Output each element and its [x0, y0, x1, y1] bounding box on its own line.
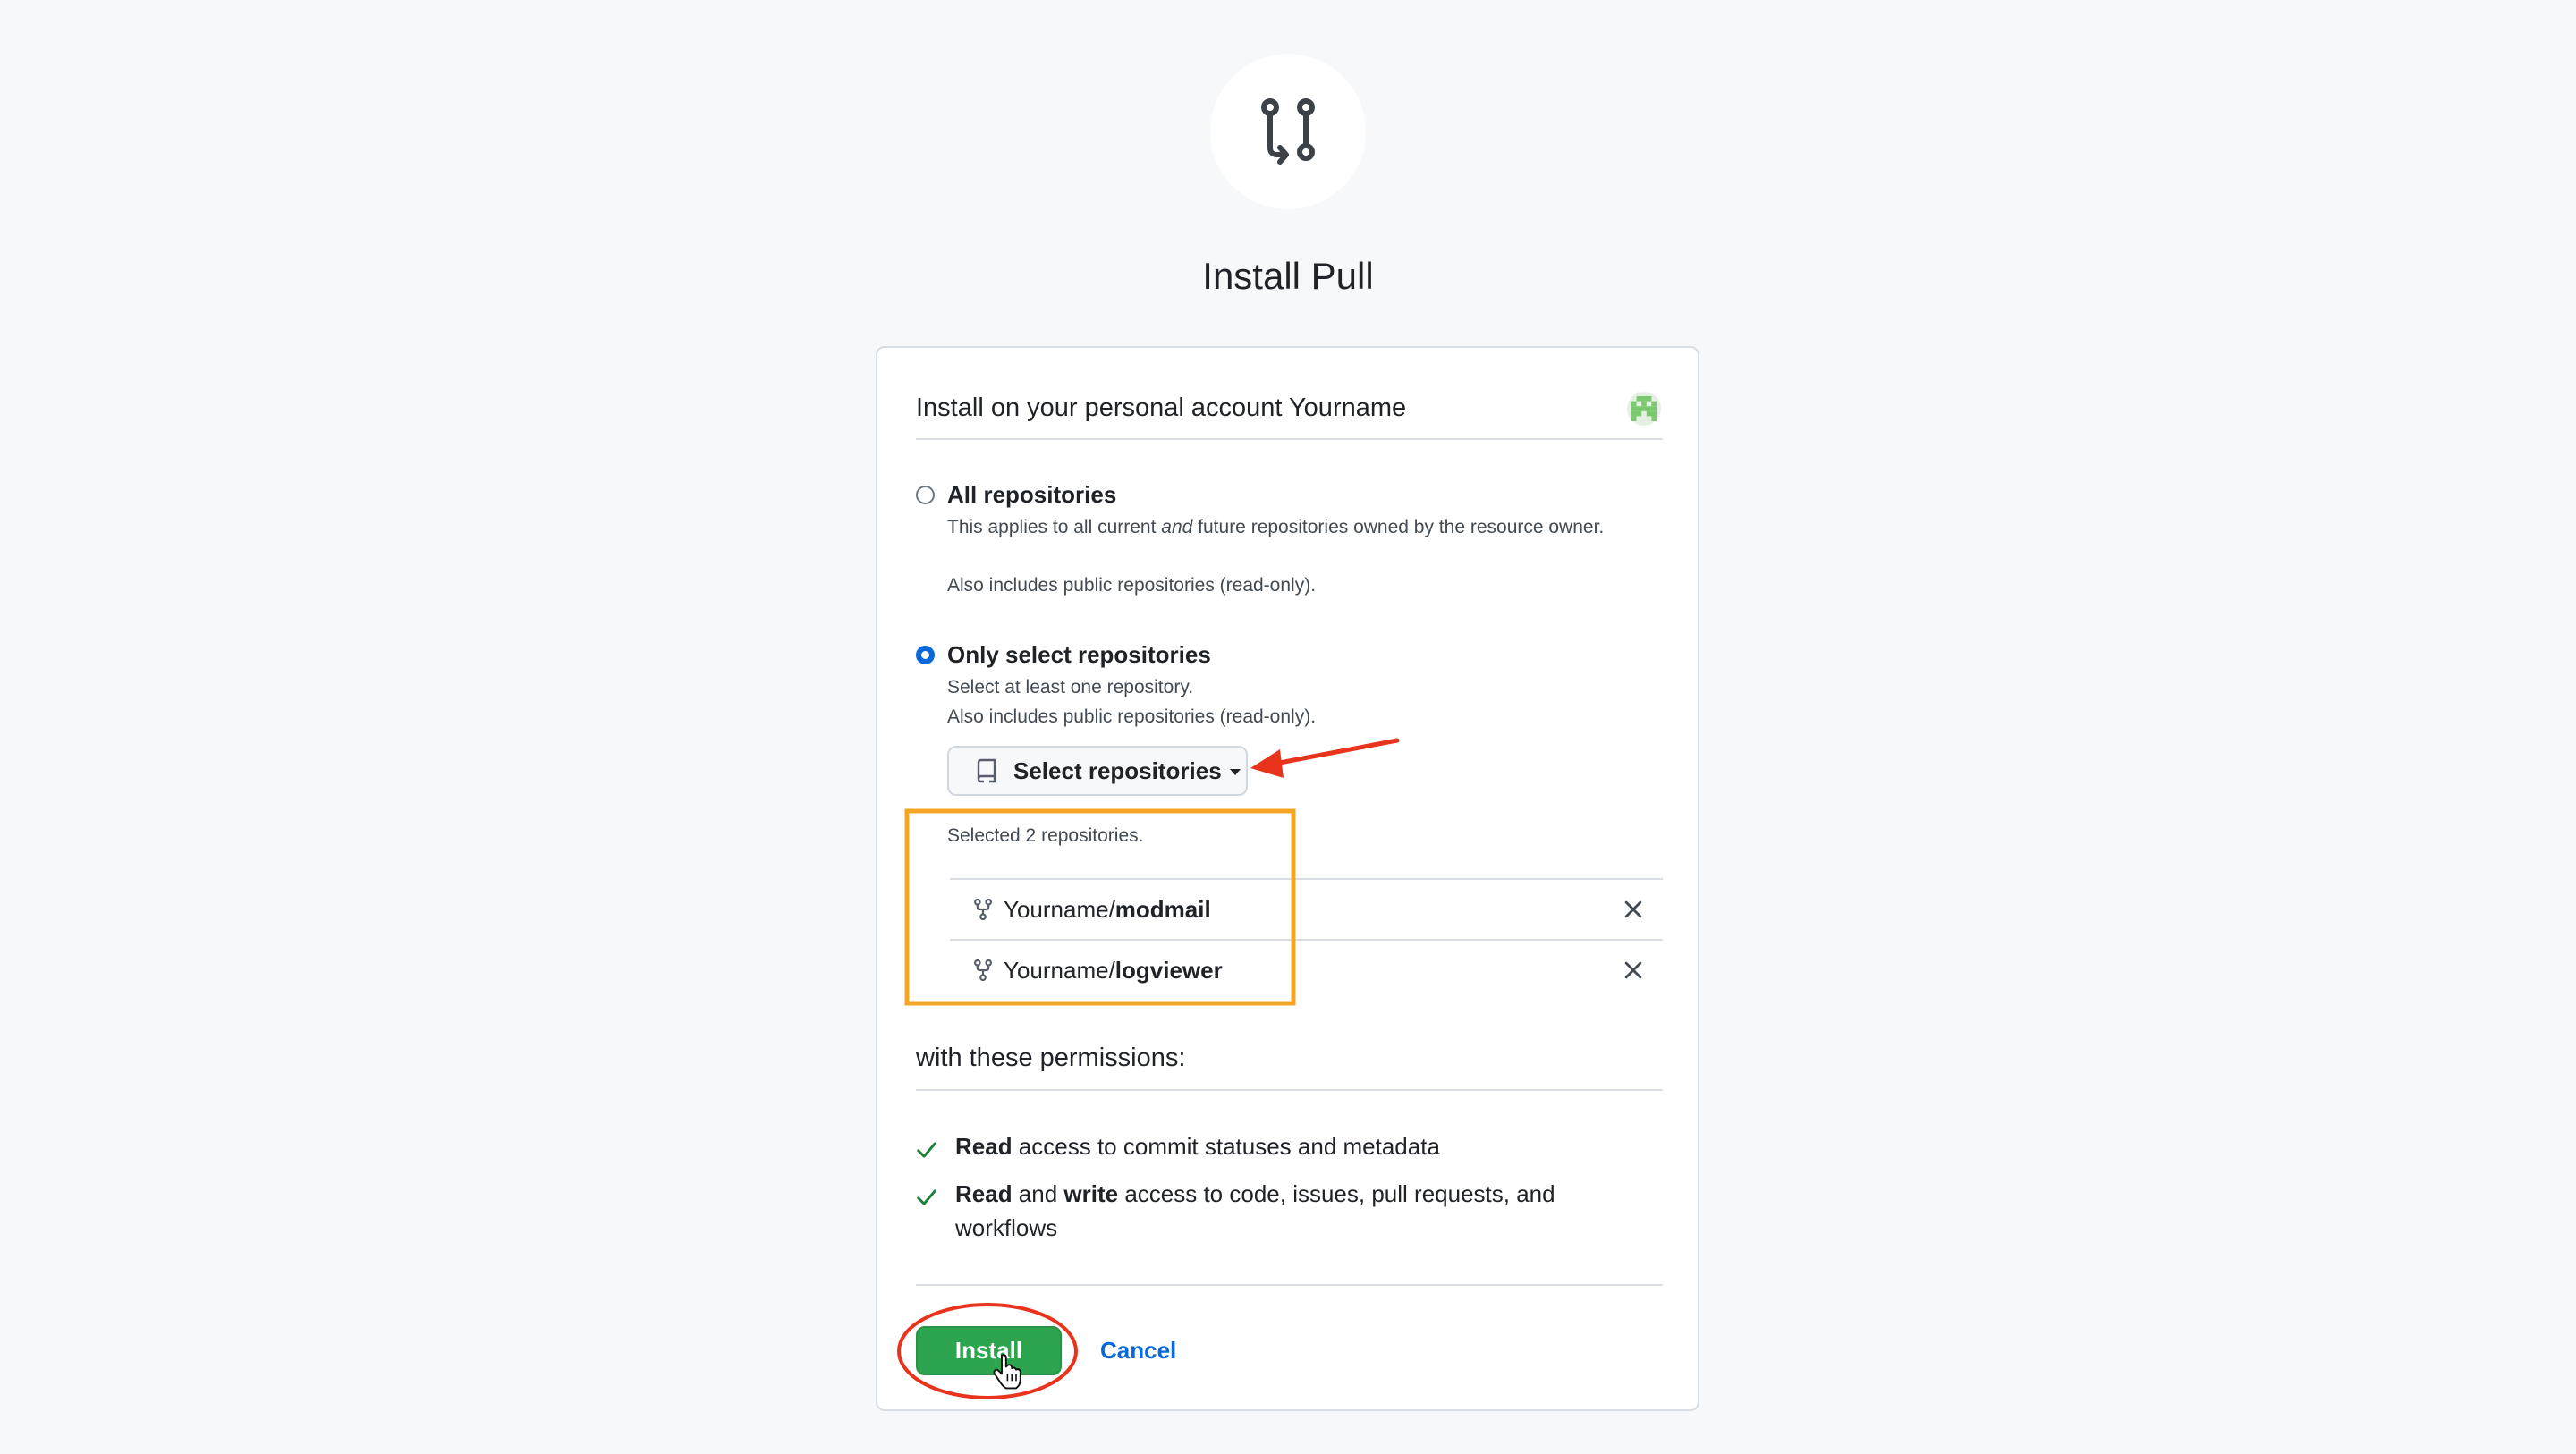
permission-item: Read and write access to code, issues, p…: [916, 1177, 1649, 1245]
all-repositories-radio[interactable]: [916, 486, 935, 504]
repo-fork-icon: [973, 959, 993, 982]
select-repositories-button[interactable]: Select repositories: [947, 746, 1248, 796]
select-repositories-note: Also includes public repositories (read-…: [947, 706, 1317, 727]
select-repositories-description: Select at least one repository.: [947, 677, 1194, 697]
repo-name: modmail: [1114, 895, 1211, 923]
repo-owner: Yourname/: [1004, 895, 1115, 923]
git-pull-request-icon: [1261, 98, 1315, 165]
page-title: Install Pull: [1202, 255, 1374, 297]
repo-name: logviewer: [1114, 956, 1223, 984]
caret-down-icon: [1229, 769, 1241, 775]
all-repositories-note: Also includes public repositories (read-…: [947, 575, 1317, 596]
avatar: [1627, 392, 1661, 426]
select-repositories-label[interactable]: Only select repositories: [947, 640, 1211, 669]
identicon-avatar: [1631, 396, 1657, 421]
account-heading: Install on your personal account Yournam…: [916, 393, 1407, 422]
repo-icon: [977, 758, 996, 783]
repo-row: Yourname/modmail: [950, 878, 1663, 939]
check-icon: [916, 1129, 955, 1168]
permissions-divider: [916, 1089, 1663, 1091]
select-repositories-button-label: Select repositories: [1013, 757, 1222, 784]
remove-repo-icon[interactable]: [1623, 960, 1643, 980]
repo-row: Yourname/logviewer: [950, 939, 1663, 1000]
install-button[interactable]: Install: [916, 1326, 1062, 1375]
actions-divider: [916, 1284, 1663, 1286]
header-divider: [916, 438, 1663, 440]
repo-owner: Yourname/: [1004, 956, 1115, 984]
select-repositories-radio[interactable]: [916, 646, 935, 664]
permission-item: Read access to commit statuses and metad…: [916, 1129, 1649, 1168]
check-icon: [916, 1177, 955, 1245]
repo-fork-icon: [973, 898, 993, 921]
all-repositories-label[interactable]: All repositories: [947, 480, 1116, 509]
permissions-heading: with these permissions:: [916, 1044, 1186, 1072]
selected-count-text: Selected 2 repositories.: [947, 825, 1144, 846]
cancel-link[interactable]: Cancel: [1100, 1335, 1176, 1365]
remove-repo-icon[interactable]: [1623, 900, 1643, 919]
app-logo: [1210, 54, 1366, 209]
install-card: Install on your personal account Yournam…: [876, 346, 1699, 1411]
all-repositories-description: This applies to all current and future r…: [947, 517, 1605, 537]
